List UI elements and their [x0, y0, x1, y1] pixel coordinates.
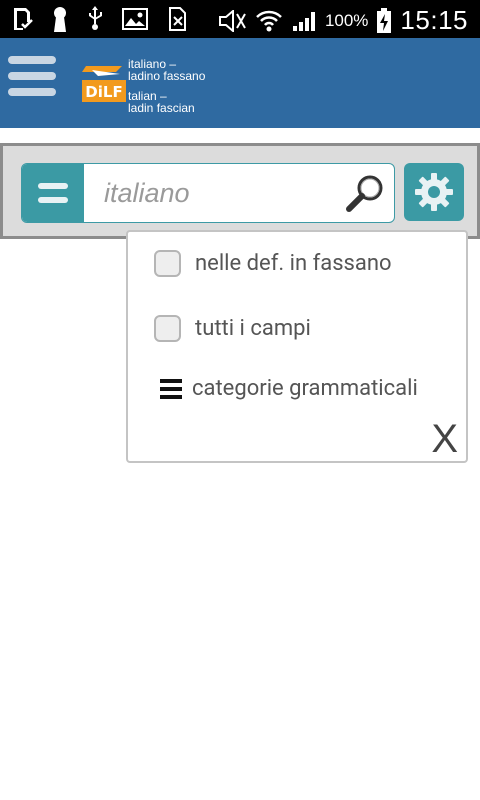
- wifi-icon: [256, 10, 282, 31]
- close-popup-button[interactable]: X: [431, 419, 458, 459]
- keyhole-icon: [54, 7, 66, 32]
- menu-line-icon: [38, 197, 68, 203]
- image-icon: [122, 8, 148, 30]
- search-box: [21, 163, 395, 223]
- brand-line: ladino fassano: [128, 69, 206, 83]
- search-options-popup: nelle def. in fassano tutti i campi cate…: [126, 230, 468, 463]
- battery-percent: 100%: [324, 10, 369, 30]
- option-all-fields[interactable]: tutti i campi: [154, 315, 311, 342]
- search-input[interactable]: [84, 164, 334, 222]
- checkbox[interactable]: [154, 250, 181, 277]
- status-bar: 100% 15:15: [0, 0, 480, 38]
- brand-line: ladin fascian: [128, 101, 195, 115]
- usb-icon: [89, 6, 102, 30]
- dilf-logo-icon: DiLF: [82, 66, 126, 102]
- hamburger-line-icon: [8, 88, 56, 96]
- logo-text: DiLF: [85, 83, 122, 101]
- search-options-button[interactable]: [22, 164, 84, 222]
- app-header: DiLF italiano – ladino fassano talian – …: [0, 38, 480, 128]
- mute-icon: [218, 9, 246, 32]
- checkbox[interactable]: [154, 315, 181, 342]
- option-label: nelle def. in fassano: [195, 251, 392, 276]
- download-done-icon: [14, 8, 33, 30]
- settings-button[interactable]: [404, 163, 464, 221]
- app-brand: italiano – ladino fassano talian – ladin…: [128, 58, 205, 114]
- option-grammatical-categories[interactable]: categorie grammaticali: [160, 376, 418, 401]
- menu-line-icon: [38, 183, 68, 189]
- hamburger-line-icon: [8, 56, 56, 64]
- list-icon: [160, 378, 182, 399]
- option-label: categorie grammaticali: [192, 376, 418, 401]
- navigation-menu-button[interactable]: [8, 56, 56, 104]
- no-sim-icon: [169, 7, 186, 31]
- search-panel: [0, 143, 480, 239]
- hamburger-line-icon: [8, 72, 56, 80]
- status-time: 15:15: [400, 5, 468, 35]
- gear-icon: [415, 173, 453, 211]
- option-definitions-fassano[interactable]: nelle def. in fassano: [154, 250, 392, 277]
- signal-icon: [292, 11, 315, 31]
- option-label: tutti i campi: [195, 316, 311, 341]
- battery-charging-icon: [377, 7, 392, 33]
- search-icon[interactable]: [344, 172, 388, 216]
